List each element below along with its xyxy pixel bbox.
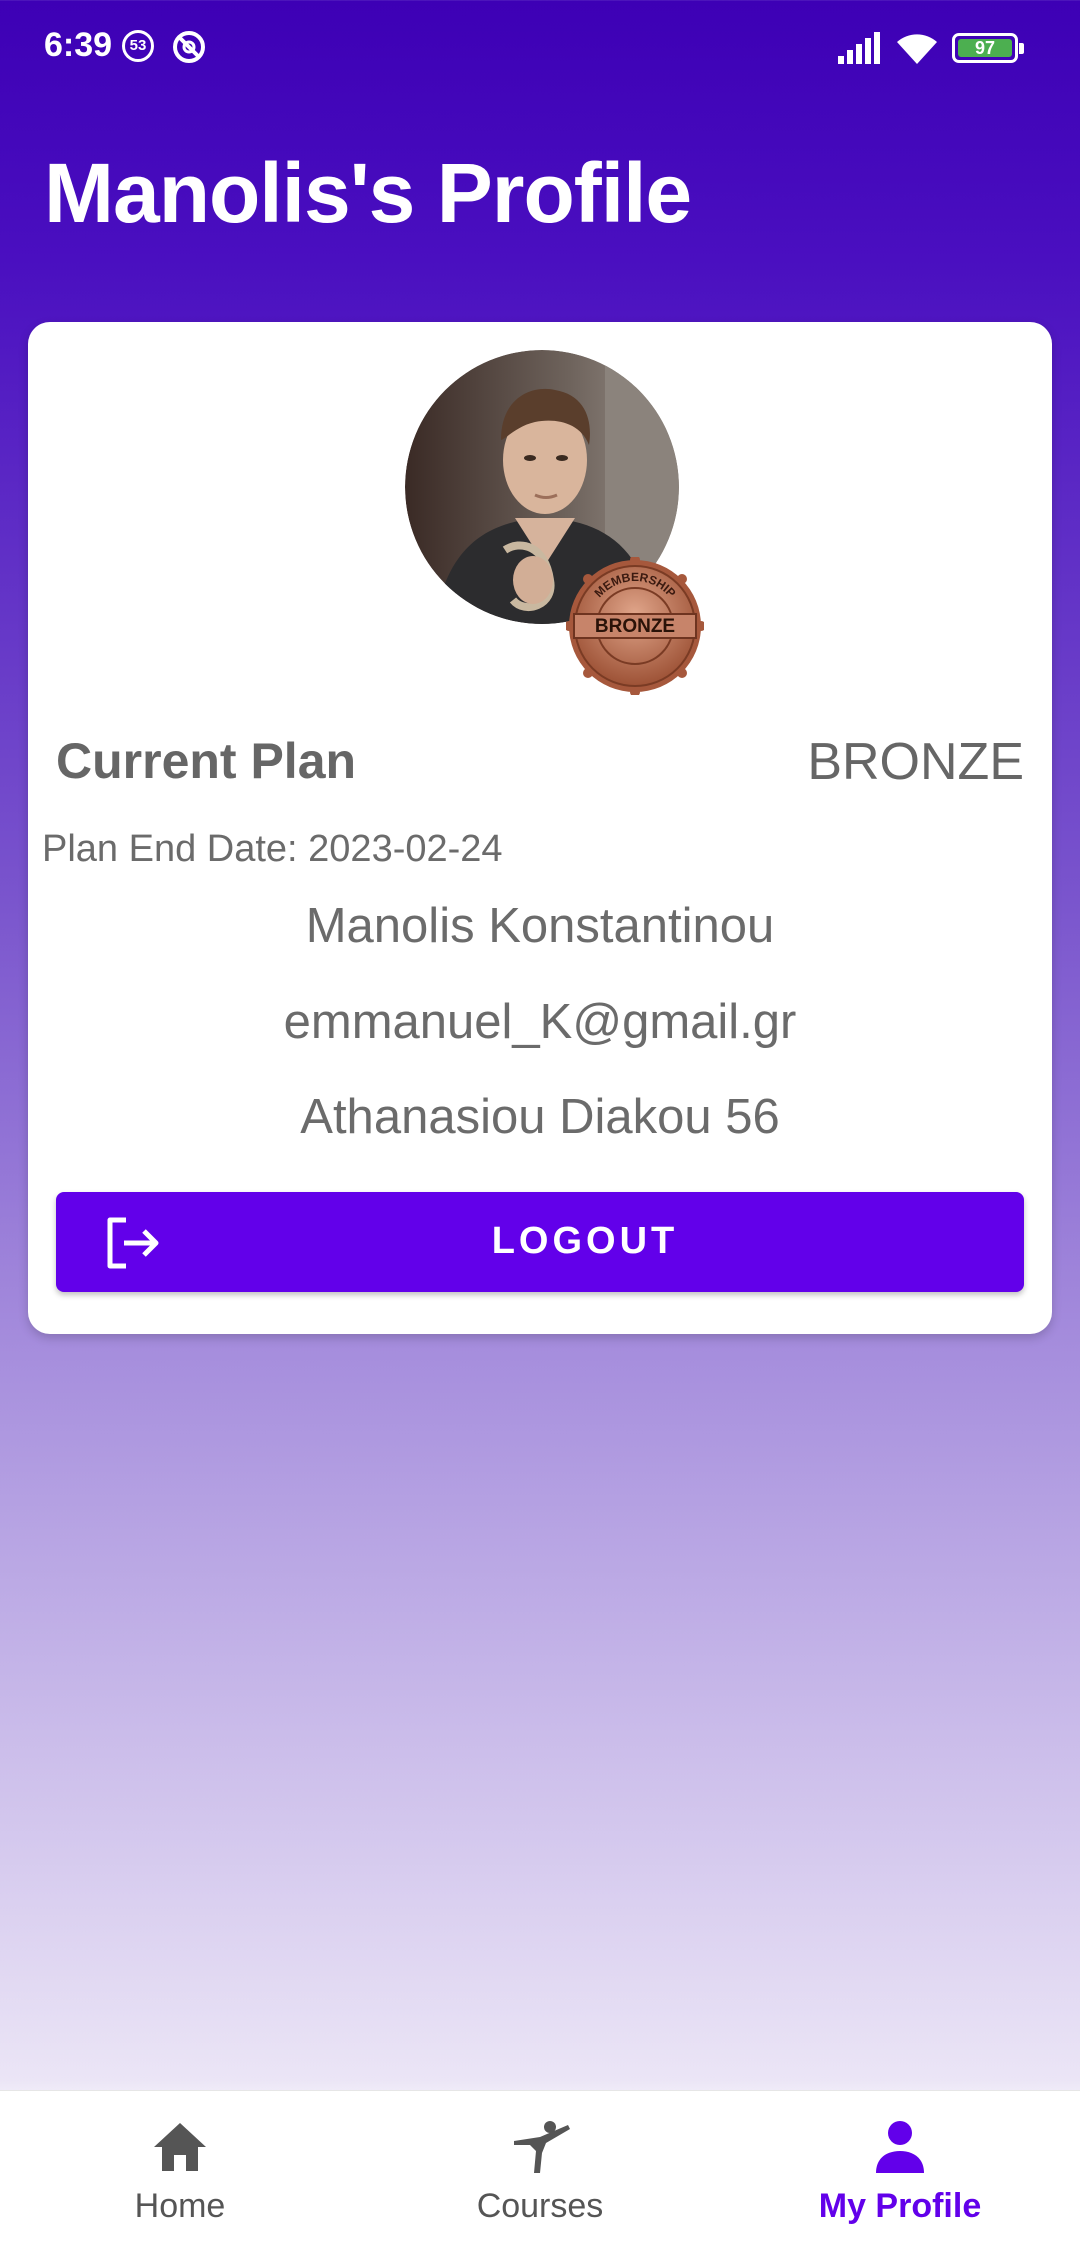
wifi-icon <box>897 34 937 64</box>
current-plan-value: BRONZE <box>807 733 1024 791</box>
person-icon <box>876 2121 924 2173</box>
logout-label: LOGOUT <box>491 1220 679 1262</box>
logout-button[interactable]: LOGOUT <box>56 1192 1024 1292</box>
user-email: emmanuel_K@gmail.gr <box>283 995 797 1049</box>
plan-end-date: Plan End Date: 2023-02-24 <box>42 828 503 870</box>
nav-item-home[interactable]: Home <box>0 2091 360 2247</box>
nav-item-my-profile[interactable]: My Profile <box>720 2091 1080 2247</box>
current-plan-label: Current Plan <box>56 733 357 789</box>
martial-arts-icon <box>514 2121 570 2173</box>
nav-courses-label: Courses <box>476 2187 604 2225</box>
user-address: Athanasiou Diakou 56 <box>300 1090 780 1144</box>
status-bar: 6:39 53 97 <box>0 0 1080 96</box>
nav-my-profile-label: My Profile <box>818 2187 982 2225</box>
nav-item-courses[interactable]: Courses <box>360 2091 720 2247</box>
notification-count-icon: 53 <box>122 30 154 62</box>
do-not-disturb-icon <box>173 31 205 63</box>
page-title: Manolis's Profile <box>44 146 692 240</box>
bronze-membership-badge: MEMBERSHIP BRONZE <box>566 557 704 695</box>
status-time: 6:39 <box>44 26 113 64</box>
battery-icon: 97 <box>952 33 1024 63</box>
home-icon <box>154 2123 206 2171</box>
badge-text: BRONZE <box>595 616 675 637</box>
signal-icon <box>838 32 880 64</box>
nav-home-label: Home <box>134 2187 226 2225</box>
battery-level: 97 <box>958 39 1012 57</box>
bottom-navigation: Home Courses My Profile <box>0 2090 1080 2247</box>
profile-card: MEMBERSHIP BRONZE Current Plan BRONZE Pl… <box>28 322 1052 1334</box>
user-name: Manolis Konstantinou <box>305 899 775 953</box>
